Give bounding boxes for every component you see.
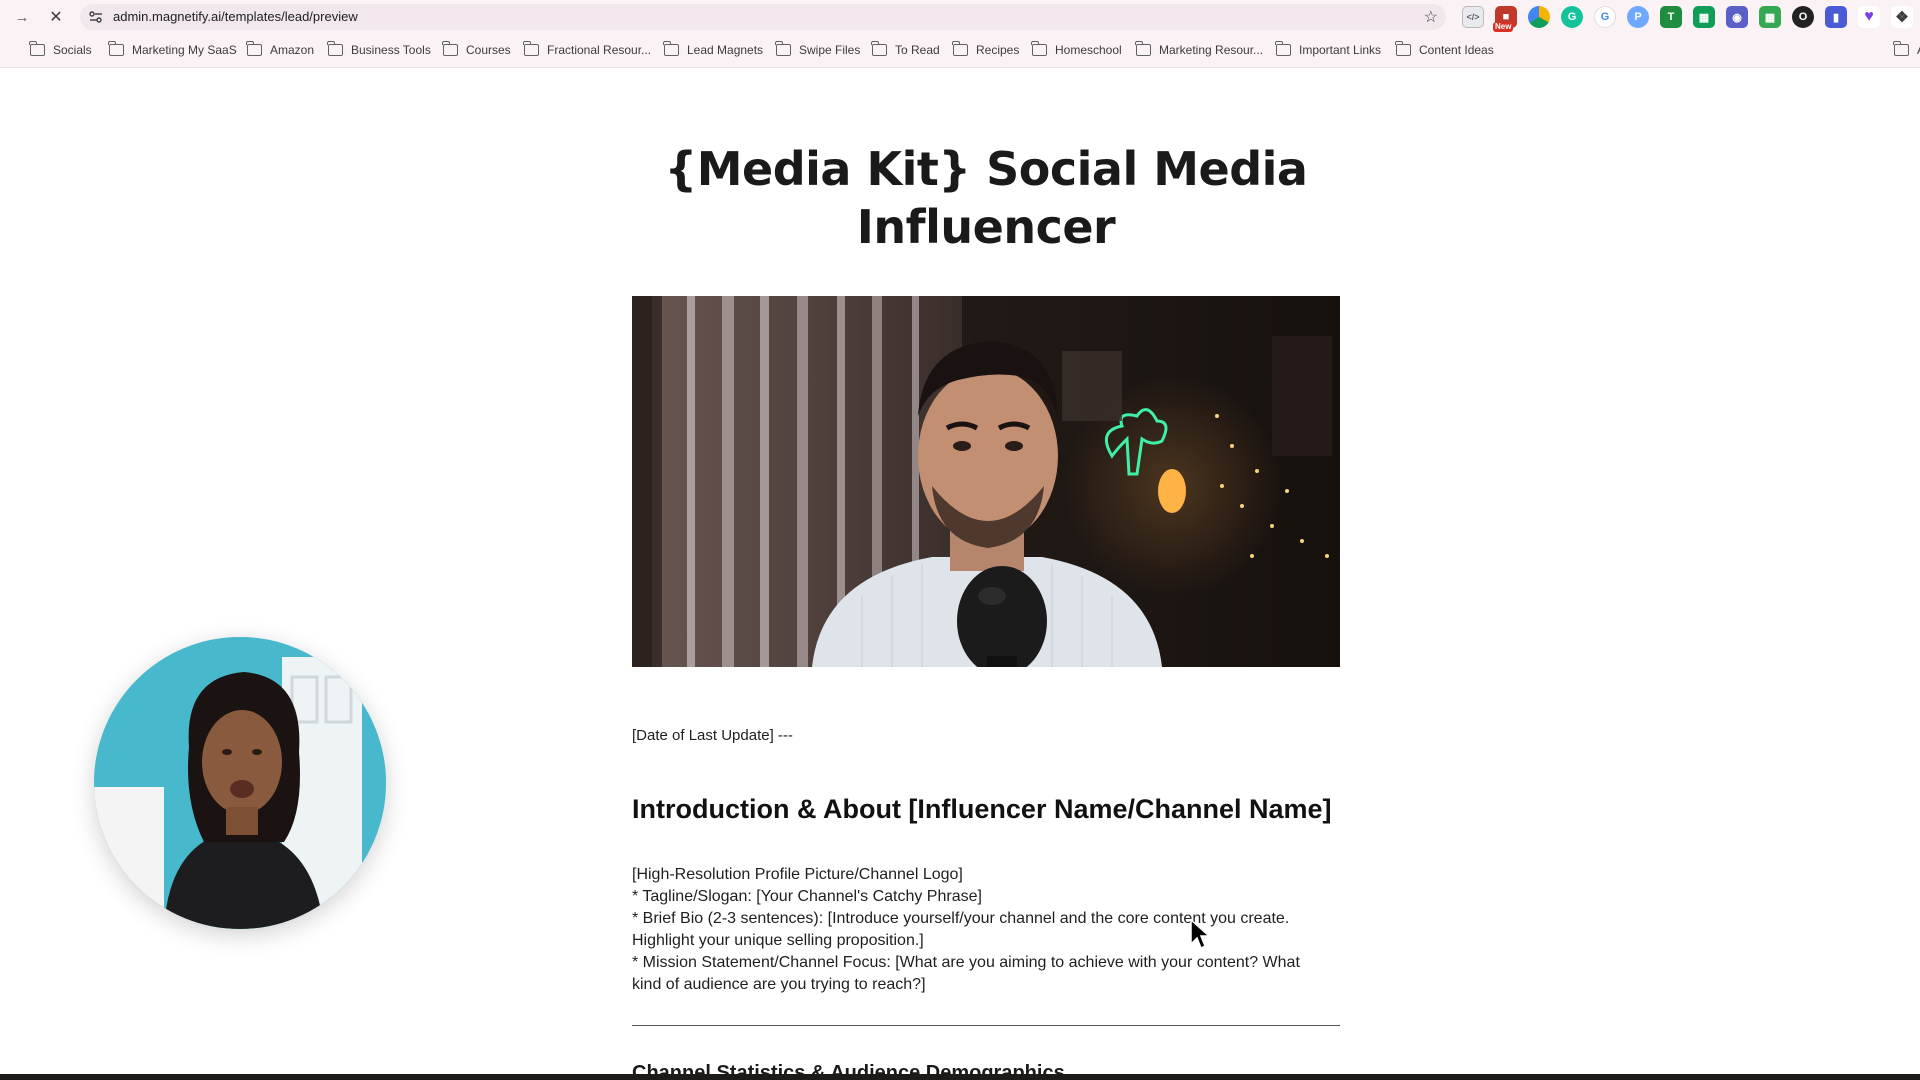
webcam-presenter-illustration: [94, 637, 386, 929]
bookmark-label: Marketing Resour...: [1159, 43, 1264, 57]
arrow-left-icon: →: [14, 8, 30, 26]
intro-line: * Tagline/Slogan: [Your Channel's Catchy…: [632, 888, 982, 905]
close-icon: ✕: [49, 9, 63, 26]
bookmark-folder[interactable]: Swipe Files: [775, 41, 861, 57]
back-button[interactable]: →: [10, 5, 34, 29]
folder-icon: [1893, 41, 1909, 56]
bookmark-folder[interactable]: Fractional Resour...: [523, 41, 652, 57]
intro-line: * Mission Statement/Channel Focus: [What…: [632, 954, 1300, 971]
bookmark-folder[interactable]: Courses: [442, 41, 511, 57]
bookmark-folder[interactable]: Homeschool: [1031, 41, 1122, 57]
browser-toolbar: → ✕ admin.magnetify.ai/templates/lead/pr…: [0, 0, 1920, 34]
bookmark-folder[interactable]: Marketing Resour...: [1135, 41, 1264, 57]
dark-extension-icon[interactable]: O: [1792, 6, 1814, 28]
folder-icon: [108, 41, 124, 56]
bookmark-label: Fractional Resour...: [547, 43, 652, 57]
sheets-extension-icon[interactable]: ▦: [1693, 6, 1715, 28]
extensions-tray: </> ■ New G G P T ▦ ◉ ▦ O ▮ ♥ ❖: [1462, 6, 1913, 32]
tune-icon[interactable]: [88, 9, 104, 25]
bookmark-label: Courses: [466, 43, 511, 57]
tab-extension-icon[interactable]: T: [1660, 6, 1682, 28]
folder-icon: [663, 41, 679, 56]
folder-icon: [1135, 41, 1151, 56]
bookmark-folder[interactable]: Socials: [29, 41, 92, 57]
folder-icon: [442, 41, 458, 56]
stop-loading-button[interactable]: ✕: [44, 5, 68, 29]
video-bottom-edge: [0, 1074, 1920, 1080]
bookmark-label: Lead Magnets: [687, 43, 764, 57]
folder-icon: [871, 41, 887, 56]
introduction-body: [High-Resolution Profile Picture/Channel…: [632, 864, 1352, 996]
bookmark-label: Amazon: [270, 43, 315, 57]
ad-extension-icon[interactable]: ■ New: [1493, 6, 1517, 32]
hero-photo: [632, 296, 1340, 667]
bookmark-label: Recipes: [976, 43, 1020, 57]
url-text[interactable]: admin.magnetify.ai/templates/lead/previe…: [113, 9, 358, 24]
bookmark-label: Marketing My SaaS: [132, 43, 237, 57]
loom-extension-icon[interactable]: ◉: [1726, 6, 1748, 28]
section-divider: [632, 1025, 1340, 1026]
bookmark-label: Content Ideas: [1419, 43, 1494, 57]
intro-line: * Brief Bio (2-3 sentences): [Introduce …: [632, 910, 1290, 927]
intro-line: kind of audience are you trying to reach…: [632, 976, 926, 993]
folder-icon: [29, 41, 45, 56]
bookmark-folder[interactable]: A: [1893, 41, 1920, 57]
section-heading-introduction: Introduction & About [Influencer Name/Ch…: [632, 794, 1332, 824]
page-title-line: Influencer: [856, 200, 1116, 254]
bookmark-label: Important Links: [1299, 43, 1382, 57]
hero-photo-illustration: [632, 296, 1340, 667]
grammarly-icon[interactable]: G: [1561, 6, 1583, 28]
bookmark-label: To Read: [895, 43, 940, 57]
bookmark-folder[interactable]: Lead Magnets: [663, 41, 764, 57]
intro-line: [High-Resolution Profile Picture/Channel…: [632, 866, 963, 883]
bookmark-label: Business Tools: [351, 43, 431, 57]
bookmark-label: Socials: [53, 43, 92, 57]
folder-icon: [523, 41, 539, 56]
bookmark-folder[interactable]: To Read: [871, 41, 940, 57]
code-extension-icon[interactable]: </>: [1462, 6, 1484, 28]
folder-icon: [1395, 41, 1411, 56]
bookmark-label: Swipe Files: [799, 43, 861, 57]
page-title-line: {Media Kit} Social Media: [664, 142, 1308, 196]
mouse-cursor-icon: [1190, 918, 1211, 950]
bookmark-folder[interactable]: Content Ideas: [1395, 41, 1494, 57]
puzzle-icon[interactable]: ❖: [1891, 6, 1913, 28]
bookmark-label: Homeschool: [1055, 43, 1122, 57]
folder-icon: [775, 41, 791, 56]
folder-icon: [1275, 41, 1291, 56]
bookmark-folder[interactable]: Business Tools: [327, 41, 431, 57]
date-of-last-update: [Date of Last Update] ---: [632, 727, 793, 744]
bookmark-folder[interactable]: Marketing My SaaS: [108, 41, 237, 57]
folder-icon: [246, 41, 262, 56]
webcam-overlay: [94, 637, 386, 929]
new-badge: New: [1493, 22, 1514, 32]
grid-extension-icon[interactable]: ▦: [1759, 6, 1781, 28]
star-icon[interactable]: ☆: [1424, 7, 1438, 27]
page-title: {Media Kit} Social Media Influencer: [632, 140, 1340, 256]
heart-extension-icon[interactable]: ♥: [1858, 6, 1880, 28]
bookmark-folder[interactable]: Amazon: [246, 41, 315, 57]
address-bar[interactable]: admin.magnetify.ai/templates/lead/previe…: [80, 4, 1446, 30]
drive-extension-icon[interactable]: [1528, 6, 1550, 28]
bookmark-folder[interactable]: Recipes: [952, 41, 1020, 57]
bookmark-folder[interactable]: Important Links: [1275, 41, 1382, 57]
p-extension-icon[interactable]: P: [1627, 6, 1649, 28]
folder-icon: [952, 41, 968, 56]
intro-line: Highlight your unique selling propositio…: [632, 932, 924, 949]
folder-icon: [327, 41, 343, 56]
google-icon[interactable]: G: [1594, 6, 1616, 28]
folder-icon: [1031, 41, 1047, 56]
bookmarks-bar: Socials Marketing My SaaS Amazon Busines…: [0, 34, 1920, 68]
chart-extension-icon[interactable]: ▮: [1825, 6, 1847, 28]
